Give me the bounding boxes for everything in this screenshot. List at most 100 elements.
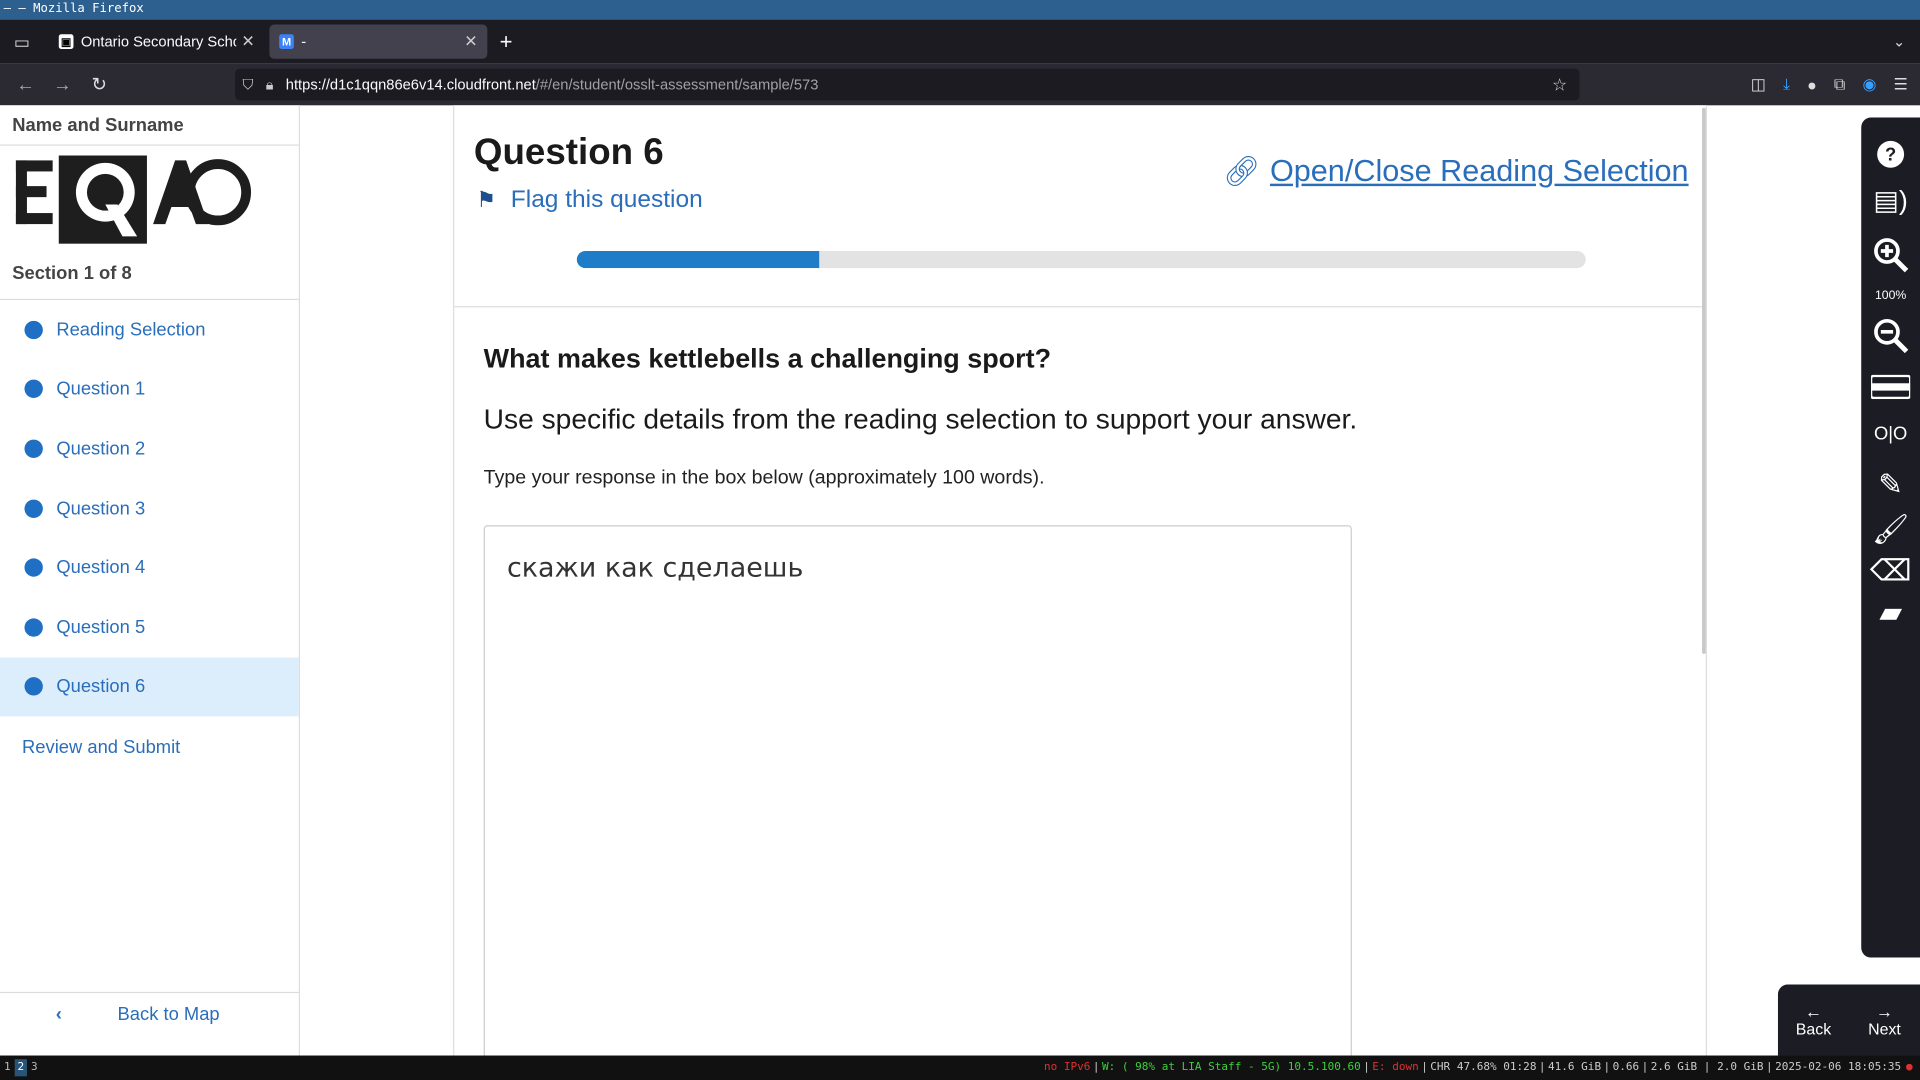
system-status: no IPv6 | W: ( 98% at LIA Staff - 5G) 10.… — [1042, 1056, 1916, 1080]
disk-status: 41.6 GiB — [1547, 1061, 1602, 1074]
chevron-left-icon: ‹ — [55, 1004, 62, 1025]
tab-list-icon[interactable]: ▭ — [0, 31, 44, 52]
sidebar-item-question-5[interactable]: Question 5 — [0, 598, 299, 658]
next-button[interactable]: → Next — [1849, 984, 1920, 1055]
status-dot-icon — [24, 677, 43, 696]
eqao-logo — [0, 146, 299, 249]
download-icon[interactable]: ⤓ — [1783, 75, 1790, 95]
section-indicator: Section 1 of 8 — [0, 249, 299, 301]
url-bar[interactable]: ⛉ 🔒︎ https://d1c1qqn86e6v14.cloudfront.n… — [235, 68, 1580, 101]
ipv6-status: no IPv6 — [1044, 1061, 1091, 1074]
close-tab-icon[interactable]: ✕ — [464, 32, 477, 52]
datetime-status: 2025-02-06 18:05:35 — [1775, 1061, 1902, 1074]
zoom-out-icon[interactable] — [1861, 313, 1920, 357]
back-button[interactable]: ← Back — [1778, 984, 1849, 1055]
window-title: – — Mozilla Firefox — [0, 0, 1920, 20]
sidebar-item-question-3[interactable]: Question 3 — [0, 479, 299, 539]
arrow-right-icon: → — [1875, 1001, 1894, 1021]
sticky-note-icon[interactable]: ▰ — [1861, 590, 1920, 634]
highlighter-icon[interactable]: 🖌︎ — [1861, 507, 1920, 551]
progress-fill — [576, 251, 819, 269]
sidebar-item-question-2[interactable]: Question 2 — [0, 419, 299, 479]
sidebar-item-label: Question 5 — [56, 616, 146, 638]
wifi-status: W: ( 98% at LIA Staff - 5G) 10.5.100.60 — [1101, 1061, 1361, 1074]
tab-bar: ▭ ▣ Ontario Secondary School ✕ M - ✕ + ⌄ — [0, 19, 1920, 64]
menu-icon[interactable]: ☰ — [1893, 75, 1907, 95]
zoom-in-icon[interactable] — [1861, 233, 1920, 277]
question-prompt: What makes kettlebells a challenging spo… — [483, 342, 1052, 374]
tools-toolbar: ? ▤) 100% O|O ✎ 🖌︎ ⌫ ▰ — [1861, 117, 1920, 958]
sidebar-item-question-4[interactable]: Question 4 — [0, 538, 299, 598]
help-icon[interactable]: ? — [1861, 132, 1920, 176]
workspace-2[interactable]: 2 — [14, 1059, 27, 1077]
zoom-level: 100% — [1874, 288, 1907, 303]
back-label: Back — [1795, 1019, 1832, 1038]
status-dot-icon — [24, 558, 43, 577]
arrow-left-icon: ← — [1804, 1001, 1823, 1021]
reload-icon[interactable]: ↻ — [81, 73, 118, 96]
sidebar-item-label: Question 3 — [56, 497, 146, 519]
close-tab-icon[interactable]: ✕ — [241, 32, 254, 52]
sidebar-item-reading-selection[interactable]: Reading Selection — [0, 300, 299, 360]
new-tab-icon[interactable]: + — [500, 29, 513, 55]
scrollbar[interactable] — [1702, 107, 1706, 654]
sidebar-item-label: Question 1 — [56, 378, 146, 400]
sidebar-item-label: Question 2 — [56, 438, 146, 460]
tab-ontario[interactable]: ▣ Ontario Secondary School ✕ — [49, 24, 265, 58]
eraser-icon[interactable]: ⌫ — [1861, 549, 1920, 593]
url-host: https://d1c1qqn86e6v14.cloudfront.net — [285, 75, 536, 94]
sidebar-item-question-6[interactable]: Question 6 — [0, 657, 299, 717]
status-dot-icon — [24, 380, 43, 399]
lock-icon: 🔒︎ — [265, 75, 274, 93]
response-hint: Type your response in the box below (app… — [483, 467, 1045, 489]
back-to-map-label: Back to Map — [117, 1004, 220, 1025]
tab-label: - — [301, 33, 307, 51]
nav-bar: ← → ↻ ⛉ 🔒︎ https://d1c1qqn86e6v14.cloudf… — [0, 63, 1920, 106]
m-favicon-icon: M — [279, 34, 294, 49]
question-panel: Question 6 ⚑ Flag this question 🔗︎ Open/… — [453, 105, 1707, 1077]
open-close-label: Open/Close Reading Selection — [1269, 154, 1689, 189]
bookmark-star-icon[interactable]: ☆ — [1552, 74, 1567, 95]
status-dot-icon — [24, 439, 43, 458]
line-reader-icon[interactable] — [1861, 365, 1920, 409]
text-to-speech-icon[interactable]: ▤) — [1861, 179, 1920, 223]
open-close-reading-button[interactable]: 🔗︎ Open/Close Reading Selection — [1223, 154, 1689, 190]
answer-textarea[interactable] — [483, 525, 1352, 1077]
sidebar: Name and Surname Section 1 of 8 Reading … — [0, 105, 301, 1056]
flag-question-button[interactable]: ⚑ Flag this question — [476, 186, 702, 214]
progress-bar — [576, 251, 1586, 269]
ontario-favicon-icon: ▣ — [58, 34, 74, 49]
chevron-down-icon[interactable]: ⌄ — [1893, 33, 1905, 50]
flag-icon: ⚑ — [476, 187, 497, 212]
review-and-submit-link[interactable]: Review and Submit — [0, 717, 299, 778]
tab-label: Ontario Secondary School — [80, 33, 237, 51]
sidebar-item-label: Question 4 — [56, 557, 146, 579]
sidebar-item-label: Question 6 — [56, 676, 146, 698]
sidebar-item-question-1[interactable]: Question 1 — [0, 360, 299, 420]
notepad-icon[interactable]: ✎ — [1861, 463, 1920, 507]
workspace-1[interactable]: 1 — [1, 1059, 13, 1076]
mem-status: 2.6 GiB | 2.0 GiB — [1650, 1061, 1764, 1074]
battery-status: CHR 47.68% 01:28 — [1430, 1061, 1537, 1074]
question-navigation: ← Back → Next — [1777, 984, 1920, 1056]
hi-contrast-icon[interactable]: O|O — [1861, 411, 1920, 455]
svg-text:?: ? — [1885, 143, 1896, 164]
back-arrow-icon[interactable]: ← — [7, 74, 44, 95]
student-name: Name and Surname — [0, 105, 299, 146]
link-icon: 🔗︎ — [1222, 155, 1261, 189]
status-dot-icon — [24, 618, 43, 637]
eth-status: E: down — [1372, 1061, 1419, 1074]
pocket-icon[interactable]: ◫ — [1751, 75, 1766, 95]
divider — [454, 306, 1706, 308]
extensions-icon[interactable]: ⧉ — [1834, 75, 1845, 95]
question-instruction: Use specific details from the reading se… — [483, 402, 1358, 435]
extension-blue-icon[interactable]: ◉ — [1862, 75, 1876, 95]
status-dot-icon — [24, 320, 43, 339]
workspace-3[interactable]: 3 — [28, 1059, 40, 1076]
forward-arrow-icon[interactable]: → — [44, 74, 81, 95]
back-to-map-button[interactable]: ‹ Back to Map — [0, 991, 301, 1036]
next-label: Next — [1868, 1019, 1901, 1038]
shield-icon: ⛉ — [242, 75, 254, 93]
account-icon[interactable]: ● — [1807, 75, 1817, 93]
tab-current[interactable]: M - ✕ — [269, 24, 488, 59]
